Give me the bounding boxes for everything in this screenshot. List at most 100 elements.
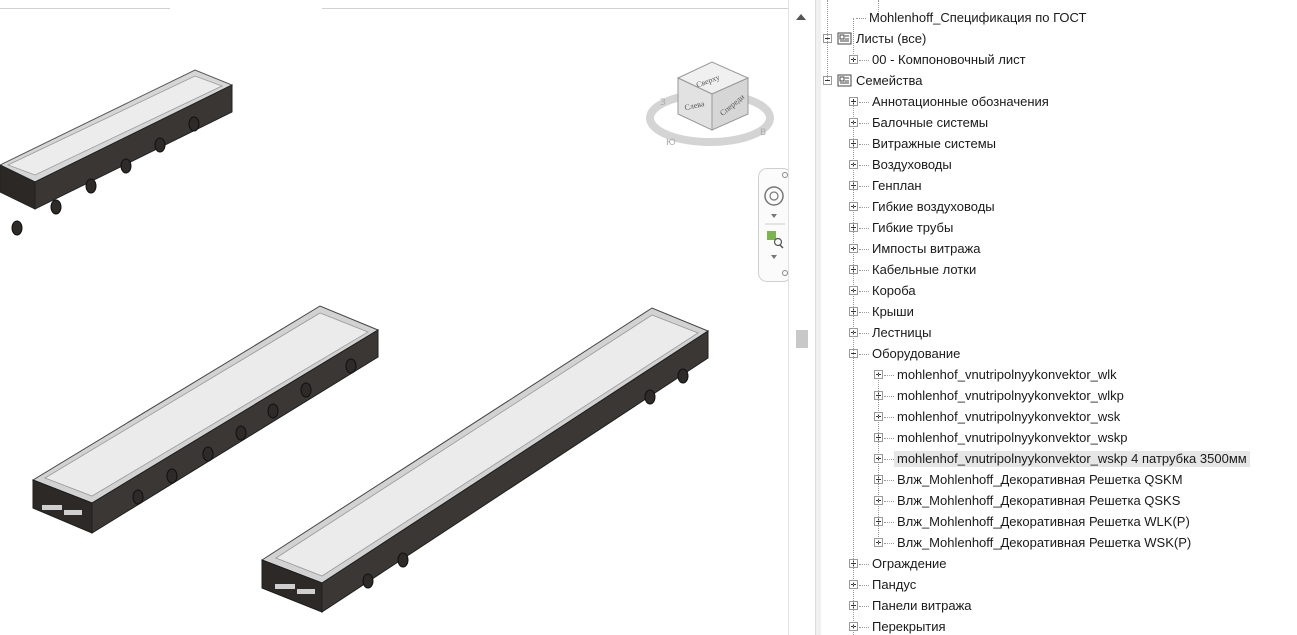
compass-west[interactable]: З [660, 98, 666, 108]
tree-item[interactable]: Ограждение [821, 554, 1297, 575]
tree-connector [884, 501, 894, 502]
tree-item-label: Влж_Mohlenhoff_Декоративная Решетка QSKM [897, 472, 1183, 487]
tree-item-label: Панели витража [872, 598, 972, 613]
sheets-icon [837, 32, 853, 46]
tree-item-label: Влж_Mohlenhoff_Декоративная Решетка WSK(… [897, 535, 1192, 550]
tree-item[interactable]: mohlenhof_vnutripolnyykonvektor_wlk [821, 365, 1297, 386]
tree-item-label: mohlenhof_vnutripolnyykonvektor_wskp [897, 430, 1128, 445]
tree-connector [859, 207, 869, 208]
tree-item[interactable]: Генплан [821, 176, 1297, 197]
tree-item[interactable]: Воздуховоды [821, 155, 1297, 176]
tree-item-label: Оборудование [872, 346, 961, 361]
tree-connector [859, 291, 869, 292]
tree-item[interactable]: Листы (все) [821, 29, 1297, 50]
wheel-dropdown-icon[interactable] [771, 214, 777, 218]
tree-item[interactable]: Перекрытия [821, 617, 1297, 635]
tree-connector [827, 0, 828, 80]
tree-item-label: mohlenhof_vnutripolnyykonvektor_wsk [897, 409, 1121, 424]
tree-item[interactable]: Короба [821, 281, 1297, 302]
tree-connector [884, 375, 894, 376]
tree-item[interactable]: Пандус [821, 575, 1297, 596]
tree-item[interactable]: mohlenhof_vnutripolnyykonvektor_wskp 4 п… [821, 449, 1297, 470]
tree-item-label: Балочные системы [872, 115, 989, 130]
tree-connector [859, 102, 869, 103]
tree-item[interactable]: Панели витража [821, 596, 1297, 617]
navigation-bar[interactable] [758, 168, 792, 282]
tree-item[interactable]: Гибкие воздуховоды [821, 197, 1297, 218]
project-browser-tree[interactable]: Mohlenhoff_Спецификация по ГОСТ Листы (вс… [821, 0, 1297, 635]
tree-item[interactable]: 00 - Компоновочный лист [821, 50, 1297, 71]
tree-connector [859, 333, 869, 334]
tree-item[interactable]: Оборудование [821, 344, 1297, 365]
tree-item[interactable]: Балочные системы [821, 113, 1297, 134]
tree-connector [878, 0, 879, 12]
convector-model-2[interactable] [31, 305, 380, 534]
tree-item-label: Влж_Mohlenhoff_Декоративная Решетка WLK(… [897, 514, 1190, 529]
tree-item[interactable]: Крыши [821, 302, 1297, 323]
tree-item[interactable]: Кабельные лотки [821, 260, 1297, 281]
tree-item[interactable]: Mohlenhoff_Спецификация по ГОСТ [821, 8, 1297, 29]
tree-item-label: Короба [872, 283, 916, 298]
convector-model-1[interactable] [0, 69, 234, 236]
tree-item[interactable]: Влж_Mohlenhoff_Декоративная Решетка QSKS [821, 491, 1297, 512]
steering-wheel-icon[interactable] [764, 186, 784, 206]
tree-item-label: Перекрытия [872, 619, 946, 634]
model-canvas[interactable]: Сверху Слева Спереди З Ю В [0, 0, 788, 635]
tree-connector [884, 480, 894, 481]
tree-item[interactable]: Лестницы [821, 323, 1297, 344]
tree-connector [859, 249, 869, 250]
tree-item[interactable]: mohlenhof_vnutripolnyykonvektor_wskp [821, 428, 1297, 449]
tree-connector [884, 438, 894, 439]
tree-connector [853, 102, 854, 635]
tree-item-label: Ограждение [872, 556, 947, 571]
tree-connector [859, 354, 869, 355]
zoom-region-icon[interactable] [767, 231, 784, 249]
tree-item[interactable]: Влж_Mohlenhoff_Декоративная Решетка WLK(… [821, 512, 1297, 533]
scroll-up-arrow-icon[interactable] [796, 14, 806, 20]
tree-item[interactable]: Аннотационные обозначения [821, 92, 1297, 113]
tree-item[interactable]: Влж_Mohlenhoff_Декоративная Решетка QSKM [821, 470, 1297, 491]
tree-item[interactable]: Гибкие трубы [821, 218, 1297, 239]
tree-connector [884, 522, 894, 523]
compass-east[interactable]: В [760, 128, 766, 138]
tree-connector [859, 60, 869, 61]
tree-item-label: mohlenhof_vnutripolnyykonvektor_wskp 4 п… [894, 451, 1250, 467]
tree-connector [859, 627, 869, 628]
tree-item-label: mohlenhof_vnutripolnyykonvektor_wlk [897, 367, 1117, 382]
tree-connector [884, 396, 894, 397]
tree-item-label: Воздуховоды [872, 157, 952, 172]
tree-item[interactable]: mohlenhof_vnutripolnyykonvektor_wlkp [821, 386, 1297, 407]
tree-connector [859, 165, 869, 166]
tree-item-label: 00 - Компоновочный лист [872, 52, 1026, 67]
tree-connector [859, 606, 869, 607]
tree-connector [884, 417, 894, 418]
tree-connector [859, 186, 869, 187]
tree-connector [884, 459, 894, 460]
scrollbar-thumb[interactable] [796, 330, 808, 348]
3d-viewport[interactable]: Сверху Слева Спереди З Ю В [0, 0, 788, 635]
zoom-dropdown-icon[interactable] [771, 255, 777, 259]
tree-item-label: Лестницы [872, 325, 932, 340]
tree-item-label: mohlenhof_vnutripolnyykonvektor_wlkp [897, 388, 1124, 403]
tree-connector [859, 564, 869, 565]
viewport-scrollbar[interactable] [788, 0, 816, 635]
tree-item-label: Пандус [872, 577, 917, 592]
navbar-close-icon[interactable] [782, 172, 788, 178]
viewcube[interactable]: Сверху Слева Спереди З Ю В [646, 61, 774, 148]
tree-item[interactable]: Импосты витража [821, 239, 1297, 260]
tree-connector [856, 18, 866, 19]
families-icon [837, 74, 853, 88]
tree-connector [878, 372, 879, 545]
tree-item[interactable]: mohlenhof_vnutripolnyykonvektor_wsk [821, 407, 1297, 428]
tree-item[interactable]: Влж_Mohlenhoff_Декоративная Решетка WSK(… [821, 533, 1297, 554]
tree-item-label: Влж_Mohlenhoff_Декоративная Решетка QSKS [897, 493, 1181, 508]
navbar-options-icon[interactable] [782, 270, 788, 276]
tree-item-label: Гибкие трубы [872, 220, 954, 235]
tree-item[interactable]: Витражные системы [821, 134, 1297, 155]
tree-connector [859, 144, 869, 145]
tree-item[interactable]: Семейства [821, 71, 1297, 92]
tree-connector [859, 585, 869, 586]
compass-south[interactable]: Ю [666, 138, 676, 148]
tree-connector [859, 270, 869, 271]
tree-item-label: Импосты витража [872, 241, 981, 256]
